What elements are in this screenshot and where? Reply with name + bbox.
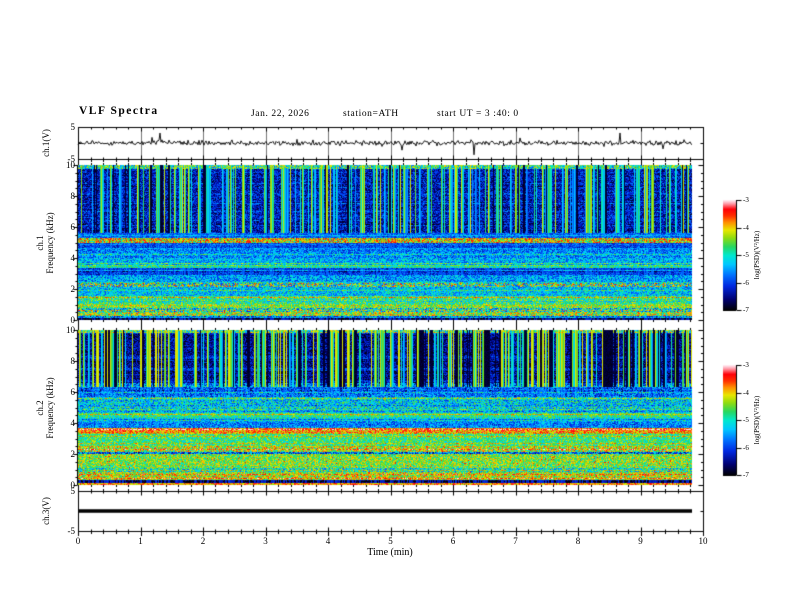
colorbar1-tick-label: -6 bbox=[743, 278, 749, 287]
spec2-y-tick-label: 0 bbox=[70, 480, 76, 490]
spec1-y-tick-label: 2 bbox=[70, 284, 76, 294]
x-tick-label: 5 bbox=[388, 536, 393, 546]
station-label: station=ATH bbox=[343, 109, 399, 119]
spec1-y-tick-label: 0 bbox=[70, 315, 76, 325]
x-axis-label: Time (min) bbox=[367, 547, 413, 558]
x-tick-label: 7 bbox=[513, 536, 518, 546]
colorbar2-axis-label: log(PSD)(V²/Hz) bbox=[753, 395, 761, 445]
plot-title: VLF Spectra bbox=[79, 105, 159, 117]
vlf-spectra-page: VLF Spectra Jan. 22, 2026 station=ATH st… bbox=[0, 0, 792, 612]
ch3-y-tick-label: -5 bbox=[67, 526, 76, 536]
spec1-y-tick-label: 4 bbox=[70, 253, 76, 263]
spec2-y-tick-label: 6 bbox=[70, 387, 76, 397]
x-tick-label: 8 bbox=[575, 536, 581, 546]
spec1-y-tick-label: 6 bbox=[70, 222, 76, 232]
x-tick-label: 10 bbox=[698, 536, 708, 546]
spec1-y-tick-label: 8 bbox=[70, 191, 76, 201]
colorbar1-axis-label: log(PSD)(V²/Hz) bbox=[753, 230, 761, 280]
colorbar1-tick-label: -4 bbox=[743, 223, 749, 232]
colorbar2-tick-label: -4 bbox=[743, 388, 749, 397]
colorbar1-tick-label: -7 bbox=[743, 306, 749, 314]
colorbar2-tick-label: -3 bbox=[743, 361, 749, 369]
x-tick-label: 1 bbox=[138, 536, 143, 546]
x-tick-label: 6 bbox=[450, 536, 456, 546]
colorbar2-tick-label: -5 bbox=[743, 416, 749, 424]
x-tick-label: 9 bbox=[638, 536, 643, 546]
spec2-y-tick-label: 2 bbox=[70, 449, 76, 459]
spec2-y-tick-label: 10 bbox=[66, 325, 75, 335]
y-axis-label-ch3-volts: ch.3(V) bbox=[41, 497, 51, 525]
start-ut-label: start UT = 3 :40: 0 bbox=[437, 109, 519, 119]
colorbar1-tick-label: -3 bbox=[743, 196, 749, 204]
colorbar2-tick-label: -7 bbox=[743, 471, 749, 479]
y-axis-label-ch2-line2: Frequency (kHz) bbox=[45, 377, 55, 439]
y-axis-label-ch2-line1: ch.2 bbox=[35, 400, 45, 416]
y-axis-label-ch1-frequency: ch.1 Frequency (kHz) bbox=[35, 212, 55, 273]
ch1-y-tick-label: 5 bbox=[70, 122, 76, 132]
x-tick-label: 0 bbox=[75, 536, 81, 546]
spectra-plot-canvas bbox=[0, 0, 792, 612]
y-axis-label-ch1-volts: ch.1(V) bbox=[41, 129, 51, 157]
x-tick-label: 3 bbox=[263, 536, 268, 546]
date-label: Jan. 22, 2026 bbox=[251, 109, 310, 119]
colorbar1-tick-label: -5 bbox=[743, 251, 749, 259]
x-tick-label: 4 bbox=[325, 536, 331, 546]
y-axis-label-ch1-line1: ch.1 bbox=[35, 235, 45, 251]
spec1-y-tick-label: 10 bbox=[66, 160, 75, 170]
y-axis-label-ch1-line2: Frequency (kHz) bbox=[45, 212, 55, 274]
spec2-y-tick-label: 4 bbox=[70, 418, 76, 428]
colorbar2-tick-label: -6 bbox=[743, 443, 749, 452]
y-axis-label-ch2-frequency: ch.2 Frequency (kHz) bbox=[35, 377, 55, 438]
x-tick-label: 2 bbox=[200, 536, 206, 546]
spec2-y-tick-label: 8 bbox=[70, 356, 76, 366]
